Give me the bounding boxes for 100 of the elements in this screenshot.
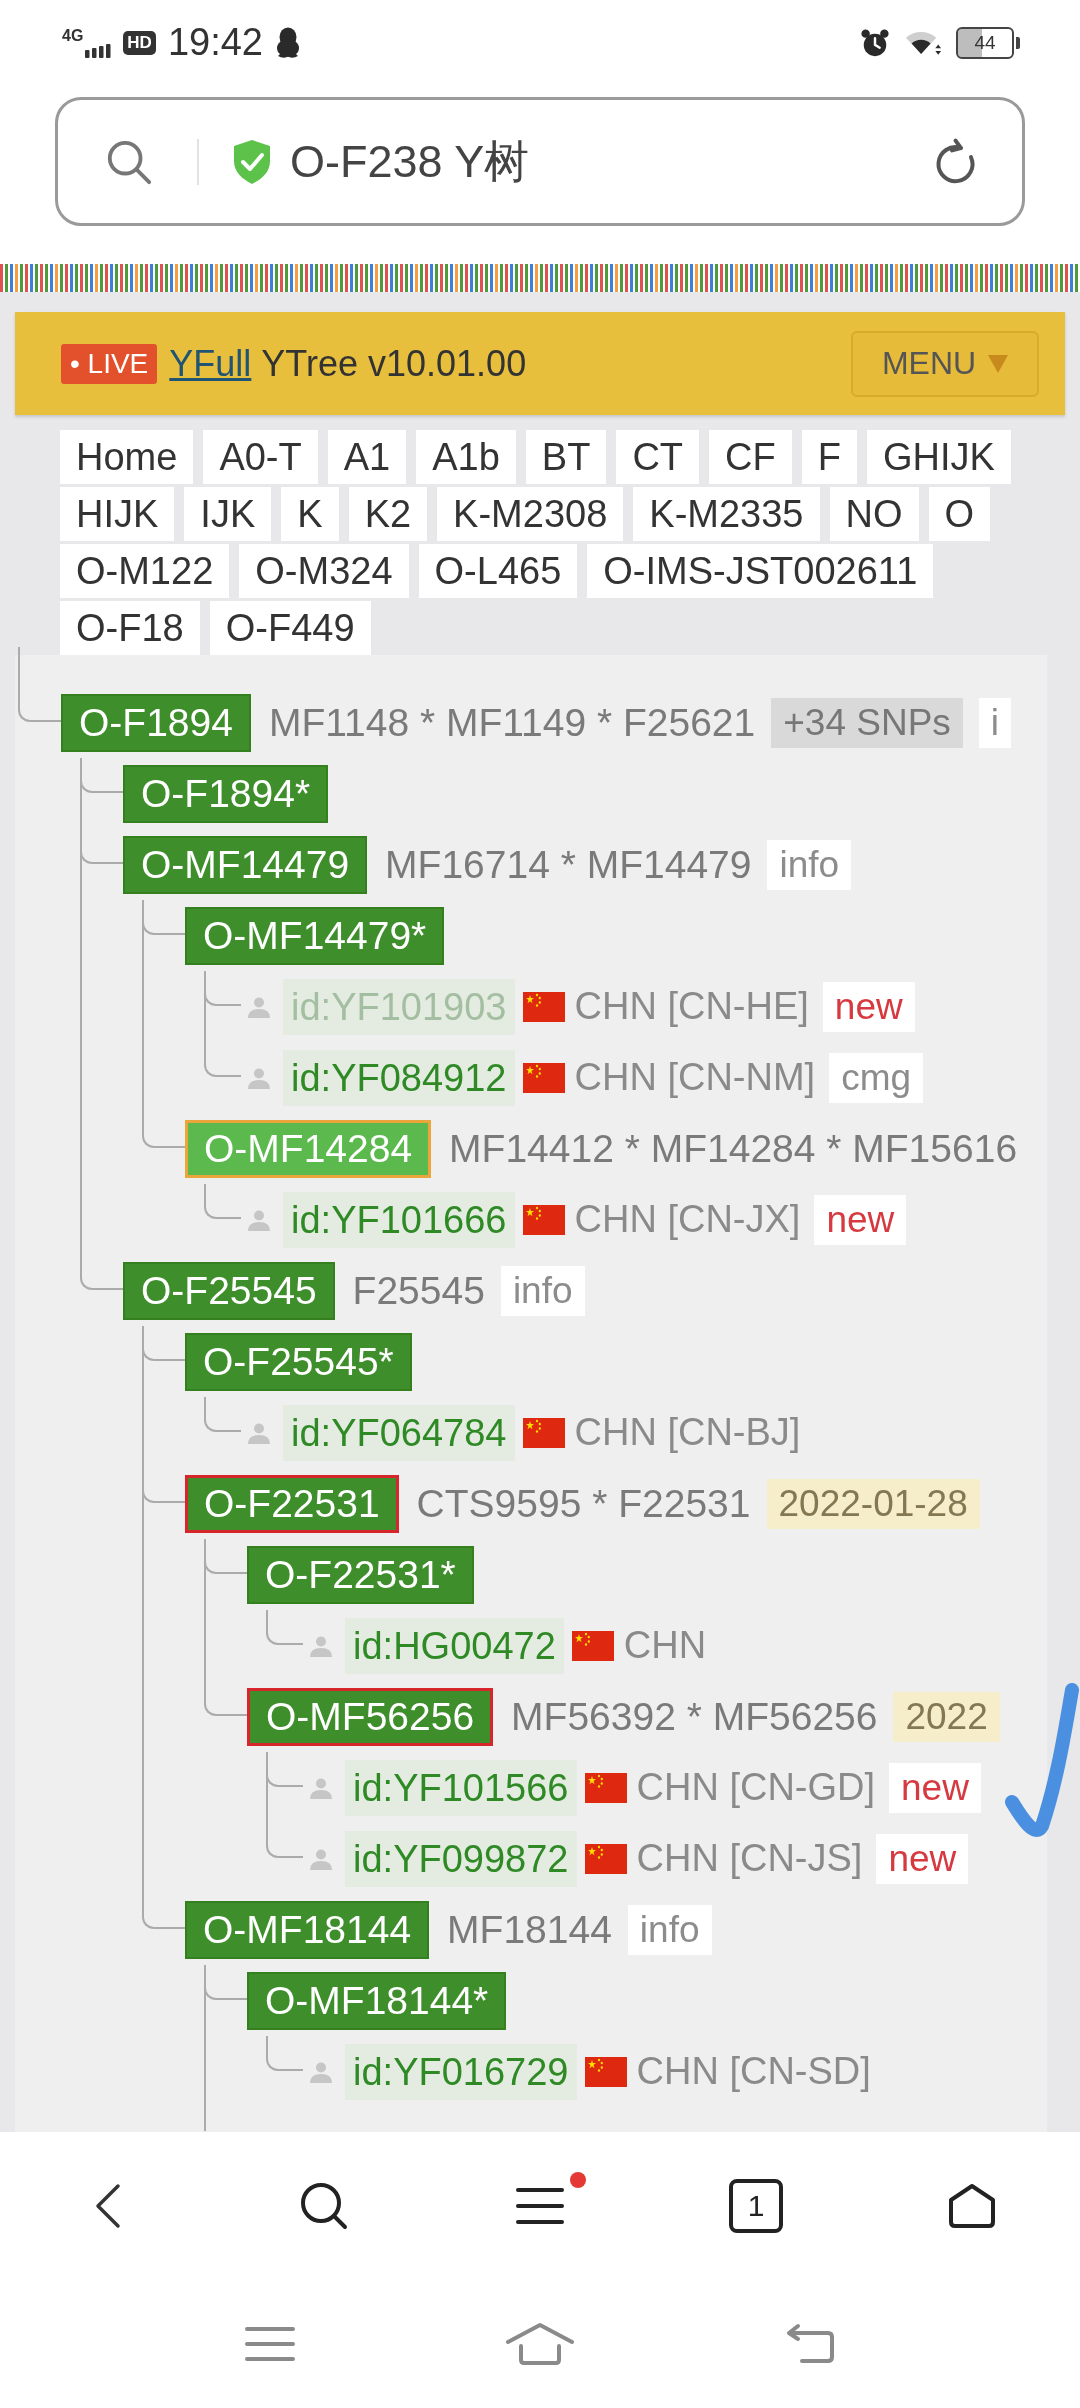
clock-time: 19:42 (167, 21, 263, 64)
new-tag: new (814, 1194, 907, 1245)
note-tag: cmg (829, 1052, 924, 1103)
person-icon (309, 1634, 333, 1657)
nav-link[interactable]: BT (525, 430, 607, 484)
nav-link[interactable]: O (928, 487, 991, 541)
nav-link[interactable]: K2 (348, 487, 428, 541)
yfull-link[interactable]: YFull (169, 342, 252, 385)
nav-link[interactable]: HIJK (60, 487, 175, 541)
sample-id-link[interactable]: id:YF016729 (345, 2043, 577, 2100)
penguin-icon (275, 26, 301, 59)
haplogroup-link[interactable]: O-F22531* (247, 1545, 474, 1604)
version-title: YTree v10.01.00 (261, 342, 527, 385)
sample-id-link[interactable]: id:YF101666 (283, 1191, 515, 1248)
signal-icon (85, 43, 112, 58)
search-icon[interactable] (299, 2181, 349, 2231)
nav-link[interactable]: A1 (327, 430, 407, 484)
menu-icon[interactable] (516, 2186, 564, 2226)
home-icon[interactable] (947, 2182, 997, 2230)
country-label: CHN (623, 1624, 707, 1667)
haplogroup-link[interactable]: O-F1894 (61, 693, 251, 752)
date-tag: 2022-01-28 (766, 1478, 980, 1529)
tree-line (266, 1752, 268, 1823)
person-icon (309, 2060, 333, 2083)
nav-link[interactable]: Home (60, 430, 194, 484)
haplogroup-link[interactable]: O-F25545 (123, 1261, 335, 1320)
caret-icon (988, 354, 1009, 373)
nav-link[interactable]: A1b (416, 430, 516, 484)
flag-icon (522, 991, 565, 1022)
nav-link[interactable]: O-F449 (209, 601, 371, 655)
nav-link[interactable]: A0-T (203, 430, 318, 484)
tree-connector (266, 1823, 303, 1858)
sample-id-link[interactable]: id:YF084912 (283, 1049, 515, 1106)
haplogroup-link[interactable]: O-F25545* (185, 1332, 412, 1391)
nav-link[interactable]: K (281, 487, 339, 541)
sample-id-link[interactable]: id:YF064784 (283, 1404, 515, 1461)
tree-connector (266, 2036, 303, 2071)
info-link[interactable]: i (978, 697, 1012, 748)
snp-count-tag[interactable]: +34 SNPs (771, 697, 963, 748)
network-type-label: 4G (62, 27, 84, 44)
person-icon (247, 1421, 271, 1444)
tree-connector (266, 1610, 303, 1645)
hd-badge: HD (123, 30, 156, 55)
nav-link[interactable]: O-F18 (60, 601, 200, 655)
nav-link[interactable]: CF (709, 430, 792, 484)
flag-icon (522, 1204, 565, 1235)
nav-link[interactable]: IJK (184, 487, 272, 541)
flag-icon (584, 2056, 627, 2087)
nav-link[interactable]: NO (829, 487, 919, 541)
nav-link[interactable]: K-M2308 (437, 487, 624, 541)
flag-icon (522, 1062, 565, 1093)
haplogroup-link[interactable]: O-MF18144 (185, 1900, 430, 1959)
snp-list: MF14412 * MF14284 * MF15616 (449, 1126, 1018, 1171)
alarm-clock-icon (860, 27, 890, 58)
info-link[interactable]: info (627, 1904, 712, 1955)
nav-link[interactable]: O-M122 (60, 544, 230, 598)
tree-connector (204, 1042, 241, 1077)
wifi-icon (904, 29, 942, 56)
haplogroup-link[interactable]: O-MF18144* (247, 1971, 507, 2030)
new-tag: new (876, 1833, 969, 1884)
back-icon[interactable] (94, 2182, 122, 2230)
tree-connector (204, 1184, 241, 1219)
country-label: CHN [CN-JX] (574, 1198, 801, 1241)
info-link[interactable]: info (500, 1265, 585, 1316)
country-label: CHN [CN-JS] (636, 1837, 863, 1880)
new-tag: new (822, 981, 915, 1032)
country-label: CHN [CN-NM] (574, 1056, 816, 1099)
haplogroup-link[interactable]: O-MF14284 (185, 1119, 432, 1178)
tab-count-button[interactable]: 1 (729, 2179, 783, 2233)
nav-link[interactable]: K-M2335 (633, 487, 820, 541)
flag-icon (584, 1843, 627, 1874)
nav-link[interactable]: O-M324 (239, 544, 409, 598)
nav-link[interactable]: CT (616, 430, 700, 484)
battery-indicator: 44 (956, 26, 1020, 59)
haplogroup-link[interactable]: O-F1894* (123, 764, 329, 823)
nav-link[interactable]: F (801, 430, 857, 484)
haplogroup-link[interactable]: O-MF14479 (123, 835, 368, 894)
person-icon (309, 1847, 333, 1870)
menu-button[interactable]: MENU (851, 330, 1039, 397)
nav-link[interactable]: O-L465 (418, 544, 578, 598)
nav-link[interactable]: GHIJK (866, 430, 1011, 484)
haplogroup-link[interactable]: O-MF14479* (185, 906, 445, 965)
haplogroup-link[interactable]: O-MF56256 (247, 1687, 494, 1746)
nav-link[interactable]: O-IMS-JST002611 (587, 544, 934, 598)
person-icon (247, 995, 271, 1018)
tree-line (204, 971, 206, 1042)
address-text[interactable]: O-F238 Y树 (290, 131, 530, 192)
sample-id-link[interactable]: id:HG00472 (345, 1617, 564, 1674)
country-label: CHN [CN-BJ] (574, 1411, 801, 1454)
address-bar[interactable]: O-F238 Y树 (55, 97, 1025, 226)
snp-list: MF1148 * MF1149 * F25621 (268, 700, 756, 745)
sample-id-link[interactable]: id:YF101566 (345, 1759, 577, 1816)
new-tag: new (889, 1762, 981, 1813)
country-label: CHN [CN-HE] (574, 985, 809, 1028)
flag-icon (571, 1630, 614, 1661)
sample-id-link[interactable]: id:YF099872 (345, 1830, 577, 1887)
live-badge: • LIVE (61, 343, 158, 384)
haplogroup-link[interactable]: O-F22531 (185, 1474, 399, 1533)
info-link[interactable]: info (767, 839, 852, 890)
date-tag: 2022 (893, 1691, 1000, 1742)
